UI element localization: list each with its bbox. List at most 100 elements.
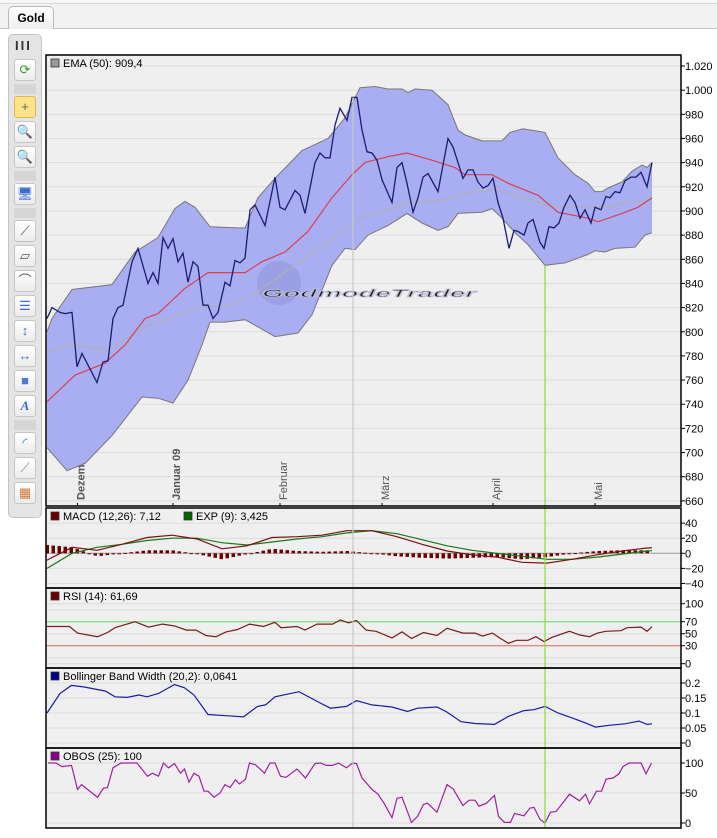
price-ytick-label: 660	[685, 496, 703, 508]
macd-histogram-bar	[315, 551, 319, 554]
rsi-ytick-label: 70	[685, 617, 697, 629]
macd-histogram-bar	[339, 551, 343, 554]
macd-histogram-bar	[567, 553, 571, 555]
macd-histogram-bar	[129, 552, 133, 554]
macd-histogram-bar	[549, 553, 553, 557]
macd-histogram-bar	[177, 551, 181, 554]
macd-histogram-bar	[405, 553, 409, 557]
price-ytick-label: 960	[685, 133, 703, 145]
macd-histogram-bar	[51, 545, 55, 554]
price-ytick-label: 800	[685, 327, 703, 339]
ema50-legend: EMA (50): 909,4	[63, 58, 143, 70]
month-label: Mai	[593, 482, 605, 500]
macd-histogram-bar	[87, 553, 91, 555]
macd-histogram-bar	[441, 553, 445, 559]
macd-histogram-bar	[423, 553, 427, 558]
macd-histogram-bar	[249, 553, 253, 555]
macd-histogram-bar	[387, 553, 391, 556]
obos-legend-swatch	[50, 751, 60, 761]
macd-histogram-bar	[237, 553, 241, 556]
price-ytick-label: 920	[685, 182, 703, 194]
macd-histogram-bar	[375, 553, 379, 555]
macd-histogram-bar	[183, 552, 187, 554]
macd-histogram-bar	[195, 553, 199, 555]
macd-ytick-label: 0	[685, 548, 691, 560]
month-label: April	[491, 478, 503, 500]
macd-histogram-bar	[189, 553, 193, 555]
macd-histogram-bar	[555, 553, 559, 556]
price-ytick-label: 900	[685, 206, 703, 218]
macd-histogram-bar	[459, 553, 463, 559]
macd-histogram-bar	[597, 550, 601, 554]
signal-legend: EXP (9): 3,425	[196, 511, 268, 523]
price-ytick-label: 780	[685, 351, 703, 363]
bollinger-width-legend-swatch	[50, 671, 60, 681]
macd-histogram-bar	[123, 552, 127, 554]
macd-legend: MACD (12,26): 7,12	[63, 511, 161, 523]
obos-ytick-label: 100	[685, 758, 703, 770]
macd-histogram-bar	[81, 551, 85, 554]
macd-histogram-bar	[165, 550, 169, 554]
signal-legend-swatch	[183, 511, 193, 521]
macd-histogram-bar	[579, 552, 583, 554]
price-ytick-label: 860	[685, 254, 703, 266]
macd-histogram-bar	[261, 550, 265, 554]
macd-histogram-bar	[381, 553, 385, 555]
chart-area[interactable]: 1.020 1.000 980 960 940 920 900 880 860 840 820 800…	[0, 0, 717, 838]
macd-histogram-bar	[153, 550, 157, 554]
macd-ytick-label: 40	[685, 518, 697, 530]
macd-histogram-bar	[135, 551, 139, 554]
macd-histogram-bar	[327, 551, 331, 554]
macd-histogram-bar	[447, 553, 451, 559]
macd-histogram-bar	[309, 551, 313, 554]
price-ytick-label: 840	[685, 278, 703, 290]
macd-histogram-bar	[417, 553, 421, 558]
macd-histogram-bar	[399, 553, 403, 557]
macd-legend-swatch	[50, 511, 60, 521]
macd-histogram-bar	[333, 551, 337, 554]
price-ytick-label: 680	[685, 472, 703, 484]
rsi-ytick-label: 50	[685, 629, 697, 641]
macd-histogram-bar	[57, 546, 61, 554]
macd-histogram-bar	[171, 550, 175, 554]
bbw-ytick-label: 0.1	[685, 708, 700, 720]
price-ytick-label: 940	[685, 158, 703, 170]
price-ytick-label: 1.000	[685, 85, 713, 97]
macd-histogram-bar	[573, 553, 577, 555]
macd-histogram-bar	[525, 553, 529, 559]
month-label: Februar	[278, 461, 290, 500]
macd-histogram-bar	[159, 550, 163, 554]
price-ytick-label: 740	[685, 399, 703, 411]
macd-histogram-bar	[273, 549, 277, 554]
macd-histogram-bar	[393, 553, 397, 557]
macd-histogram-bar	[105, 553, 109, 556]
rsi-ytick-label: 100	[685, 599, 703, 611]
macd-histogram-bar	[147, 550, 151, 554]
macd-histogram-bar	[201, 553, 205, 556]
rsi-legend: RSI (14): 61,69	[63, 591, 138, 603]
bbw-ytick-label: 0	[685, 738, 691, 750]
macd-histogram-bar	[267, 549, 271, 554]
macd-histogram-bar	[99, 553, 103, 556]
macd-histogram-bar	[321, 551, 325, 554]
macd-histogram-bar	[363, 552, 367, 554]
macd-histogram-bar	[291, 550, 295, 554]
macd-histogram-bar	[345, 551, 349, 554]
watermark-logo: GodmodeTrader	[262, 288, 478, 300]
price-ytick-label: 720	[685, 423, 703, 435]
macd-histogram-bar	[255, 551, 259, 554]
price-ytick-label: 700	[685, 448, 703, 460]
macd-histogram-bar	[585, 551, 589, 554]
price-ytick-label: 980	[685, 109, 703, 121]
bbw-ytick-label: 0.2	[685, 678, 700, 690]
macd-histogram-bar	[357, 552, 361, 554]
macd-histogram-bar	[561, 553, 565, 555]
price-ytick-label: 760	[685, 375, 703, 387]
macd-histogram-bar	[411, 553, 415, 558]
macd-histogram-bar	[279, 549, 283, 554]
macd-histogram-bar	[303, 551, 307, 554]
macd-histogram-bar	[225, 553, 229, 559]
macd-histogram-bar	[213, 553, 217, 558]
ema50-legend-swatch	[50, 58, 60, 68]
obos-ytick-label: 0	[685, 818, 691, 830]
